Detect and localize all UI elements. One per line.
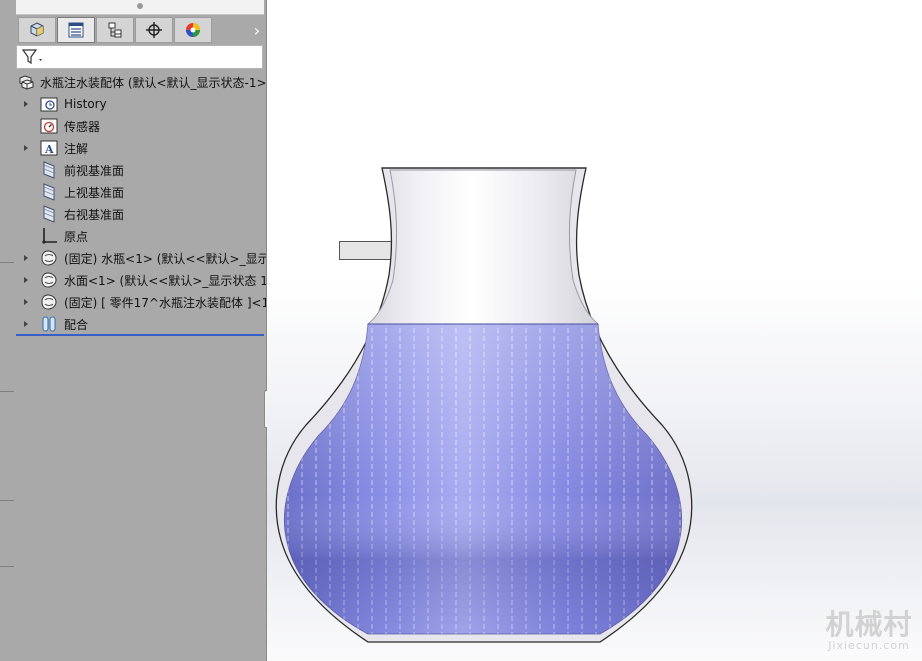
assembly-icon (18, 73, 36, 91)
tree-item[interactable]: 原点 (16, 225, 267, 247)
graphics-area[interactable]: 机械村 Jixiecun.com (267, 0, 922, 661)
tree-item-label: 水面<1> (默认<<默认>_显示状态 1> (64, 273, 267, 288)
part-icon (40, 271, 58, 289)
water-shading (284, 324, 682, 634)
tree-item[interactable]: (固定) [ 零件17^水瓶注水装配体 ]<1 (16, 291, 267, 313)
tree-item-label: 前视基准面 (64, 163, 125, 178)
panel-top-bar[interactable] (16, 0, 264, 15)
tree-item-label: 上视基准面 (64, 185, 125, 200)
tree-item-label: 传感器 (64, 119, 101, 134)
tree-item[interactable]: 右视基准面 (16, 203, 267, 225)
annotation-icon: A (40, 139, 58, 157)
dimxpert-tab[interactable] (135, 17, 173, 43)
expand-arrow-icon[interactable] (21, 253, 31, 263)
plane-icon (40, 183, 58, 201)
assembly-cube-icon (30, 22, 44, 37)
tree-item-label: 注解 (64, 141, 89, 156)
propertymanager-tab[interactable] (57, 17, 95, 43)
edge-mark (0, 566, 14, 567)
watermark-url: Jixiecun.com (828, 639, 910, 652)
origin-icon (40, 227, 58, 245)
tree-root-label: 水瓶注水装配体 (默认<默认_显示状态-1> (40, 75, 267, 90)
expand-arrow-icon[interactable] (21, 297, 31, 307)
configuration-icon (108, 22, 122, 38)
tree-root-assembly[interactable]: 水瓶注水装配体 (默认<默认_显示状态-1> (16, 71, 267, 93)
tree-item[interactable]: A 注解 (16, 137, 267, 159)
expand-arrow-icon[interactable] (21, 275, 31, 285)
svg-text:A: A (44, 143, 54, 156)
display-manager-tab[interactable] (174, 17, 212, 43)
manager-tab-strip: › (16, 16, 266, 44)
vase-model[interactable] (267, 0, 922, 661)
expand-arrow-icon[interactable] (21, 319, 31, 329)
sensor-icon (40, 117, 58, 135)
configurationmanager-tab[interactable] (96, 17, 134, 43)
expand-arrow-icon[interactable] (21, 99, 31, 109)
mates-icon (40, 315, 58, 333)
part-icon (40, 249, 58, 267)
vase-neck (366, 169, 600, 325)
edge-mark (0, 500, 14, 501)
tree-item-label: History (64, 97, 107, 111)
plane-icon (40, 205, 58, 223)
tree-item[interactable]: (固定) 水瓶<1> (默认<<默认>_显示 (16, 247, 267, 269)
tree-item-label: (固定) [ 零件17^水瓶注水装配体 ]<1 (64, 295, 267, 310)
plane-icon (40, 161, 58, 179)
featuremanager-tab[interactable] (18, 17, 56, 43)
tree-rollback-bar[interactable] (16, 334, 264, 336)
watermark-text: 机械村 (825, 608, 913, 641)
history-icon (40, 95, 58, 113)
tree-item[interactable]: 配合 (16, 313, 267, 335)
property-list-icon (68, 22, 84, 38)
tree-item[interactable]: 前视基准面 (16, 159, 267, 181)
crosshair-icon (146, 22, 162, 38)
tree-item[interactable]: 传感器 (16, 115, 267, 137)
tree-item-label: 原点 (64, 229, 89, 244)
tree-item-label: (固定) 水瓶<1> (默认<<默认>_显示 (64, 251, 267, 266)
tree-item-label: 右视基准面 (64, 207, 125, 222)
tree-item[interactable]: 水面<1> (默认<<默认>_显示状态 1> (16, 269, 267, 291)
tree-item[interactable]: 上视基准面 (16, 181, 267, 203)
tab-scroll-right-icon[interactable]: › (250, 20, 264, 40)
watermark-logo: 机械村 Jixiecun.com (819, 610, 919, 652)
feature-manager-panel: › 水瓶注水装配体 (默认<默认_显示状态-1> History 传感器 A 注解前视… (0, 0, 267, 661)
tree-item-label: 配合 (64, 317, 89, 332)
part-icon (40, 293, 58, 311)
grip-icon (137, 3, 143, 9)
filter-funnel-icon (21, 48, 45, 69)
expand-arrow-icon[interactable] (21, 143, 31, 153)
tree-item[interactable]: History (16, 93, 267, 115)
edge-mark (0, 262, 14, 263)
appearance-sphere-icon (186, 23, 200, 37)
tree-filter[interactable] (16, 45, 263, 69)
edge-mark (0, 391, 14, 392)
